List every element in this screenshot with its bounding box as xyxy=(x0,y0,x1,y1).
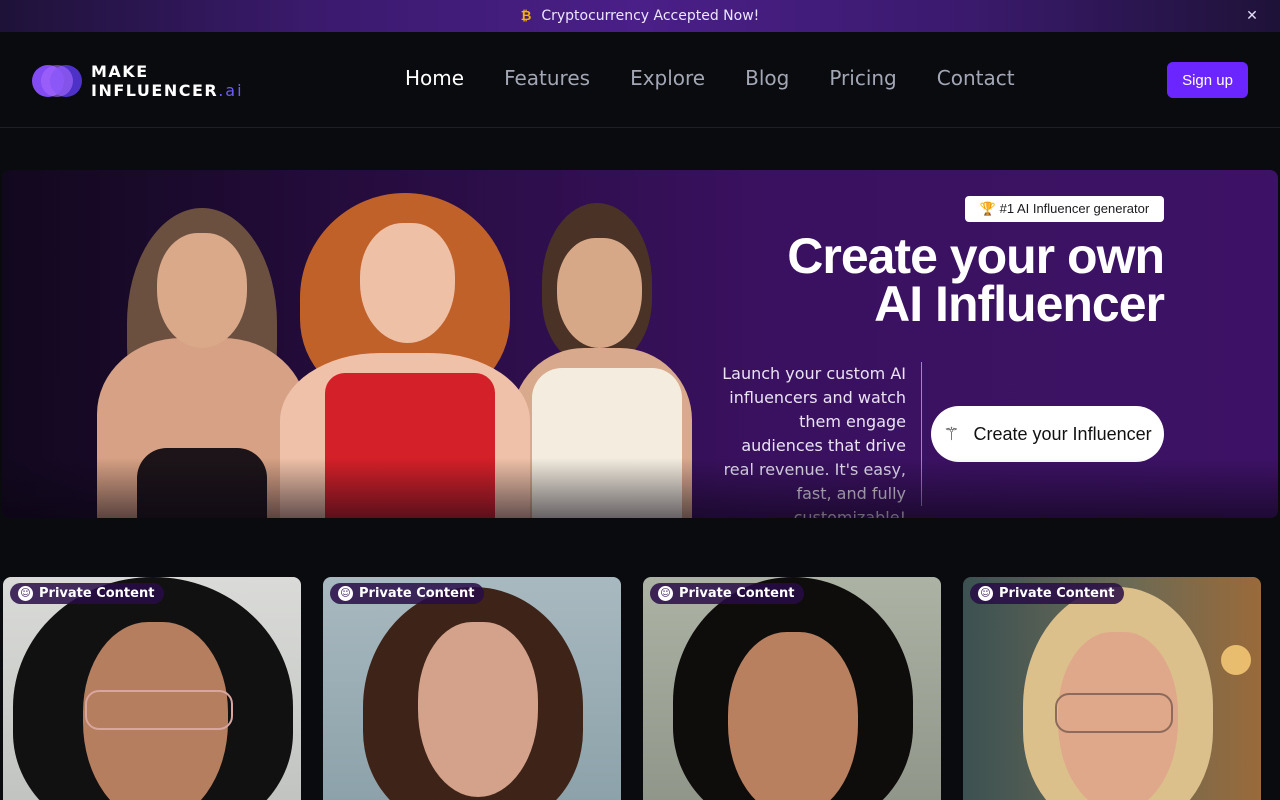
hero-divider xyxy=(921,362,922,506)
private-content-label: Private Content xyxy=(679,586,795,601)
logo-suffix: .ai xyxy=(218,81,244,100)
private-content-badge: ☺ Private Content xyxy=(330,583,485,604)
private-content-label: Private Content xyxy=(999,586,1115,601)
nav-item-features[interactable]: Features xyxy=(504,66,590,90)
hero-portrait-2 xyxy=(280,183,530,518)
influencer-card[interactable]: ☺ Private Content xyxy=(323,577,621,800)
ranking-badge: 🏆 #1 AI Influencer generator xyxy=(965,196,1164,222)
private-content-badge: ☺ Private Content xyxy=(10,583,165,604)
nav-item-explore[interactable]: Explore xyxy=(630,66,705,90)
influencer-card[interactable]: ☺ Private Content xyxy=(643,577,941,800)
smile-icon: ☺ xyxy=(18,586,33,601)
bitcoin-icon: ₿ xyxy=(520,9,532,24)
hero-headline: Create your own AI Influencer xyxy=(787,228,1165,332)
logo-line-2: INFLUENCER.ai xyxy=(91,81,244,100)
top-navigation: MAKE INFLUENCER.ai Home Features Explore… xyxy=(0,32,1280,128)
announcement-text: Cryptocurrency Accepted Now! xyxy=(541,8,760,24)
nav-menu: Home Features Explore Blog Pricing Conta… xyxy=(405,66,1015,90)
private-content-label: Private Content xyxy=(359,586,475,601)
magic-wand-icon: ⚚ xyxy=(943,423,960,444)
hero-banner: 🏆 #1 AI Influencer generator Create your… xyxy=(2,170,1278,518)
nav-item-home[interactable]: Home xyxy=(405,66,464,90)
hero-headline-line-1: Create your own xyxy=(787,228,1165,284)
announcement-bar: ₿ Cryptocurrency Accepted Now! ✕ xyxy=(0,0,1280,32)
signup-button[interactable]: Sign up xyxy=(1167,62,1248,98)
influencer-card[interactable]: ☺ Private Content xyxy=(963,577,1261,800)
logo[interactable]: MAKE INFLUENCER.ai xyxy=(32,62,244,100)
private-content-badge: ☺ Private Content xyxy=(650,583,805,604)
smile-icon: ☺ xyxy=(338,586,353,601)
smile-icon: ☺ xyxy=(658,586,673,601)
create-influencer-label: Create your Influencer xyxy=(973,423,1152,444)
hero-description: Launch your custom AI influencers and wa… xyxy=(722,364,906,518)
logo-wordmark: MAKE INFLUENCER.ai xyxy=(91,62,244,100)
private-content-label: Private Content xyxy=(39,586,155,601)
hero-portrait-1 xyxy=(97,188,307,518)
close-icon[interactable]: ✕ xyxy=(1244,8,1260,24)
logo-line-2-text: INFLUENCER xyxy=(91,81,219,100)
private-content-badge: ☺ Private Content xyxy=(970,583,1125,604)
influencer-card[interactable]: ☺ Private Content xyxy=(3,577,301,800)
nav-item-pricing[interactable]: Pricing xyxy=(829,66,896,90)
logo-icon xyxy=(32,63,84,99)
logo-line-1: MAKE xyxy=(91,62,149,81)
smile-icon: ☺ xyxy=(978,586,993,601)
hero-portrait-3 xyxy=(512,188,692,518)
hero-headline-line-2: AI Influencer xyxy=(874,276,1165,332)
create-influencer-button[interactable]: ⚚ Create your Influencer xyxy=(931,406,1164,462)
nav-item-blog[interactable]: Blog xyxy=(745,66,789,90)
nav-item-contact[interactable]: Contact xyxy=(937,66,1015,90)
